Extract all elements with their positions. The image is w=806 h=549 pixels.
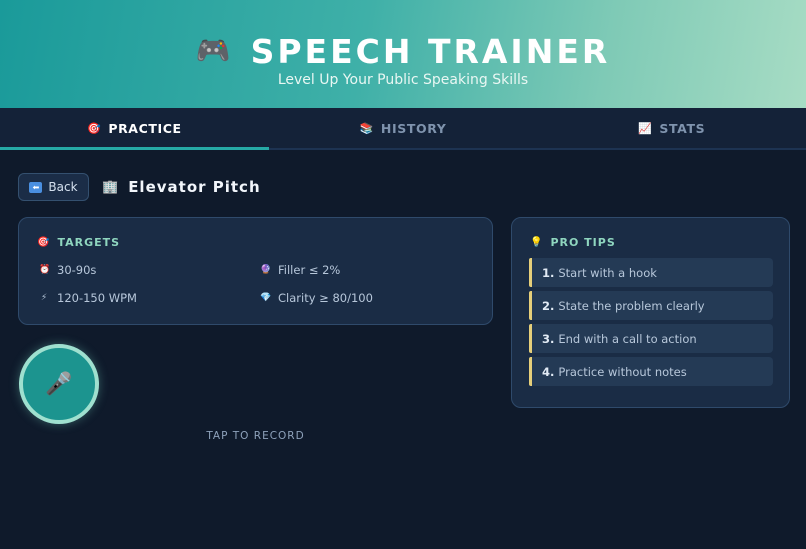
title-row: 🎮 SPEECH TRAINER xyxy=(0,30,806,72)
target-label: 30-90s xyxy=(57,263,97,277)
tip-number: 3. xyxy=(542,331,555,346)
tip-item: 4. Practice without notes xyxy=(529,357,773,386)
tip-text: End with a call to action xyxy=(558,331,697,346)
arrow-left-icon: ⬅ xyxy=(29,181,43,193)
tip-text: State the problem clearly xyxy=(558,298,705,313)
app-title: SPEECH TRAINER xyxy=(250,31,611,71)
tab-stats[interactable]: 📈 STATS xyxy=(537,108,806,148)
target-wpm: ⚡ 120-150 WPM xyxy=(39,291,137,305)
light-bulb-icon: 💡 xyxy=(530,237,544,248)
scenario-title: Elevator Pitch xyxy=(128,178,261,196)
scenario-heading: 🏢 Elevator Pitch xyxy=(102,176,261,198)
tab-label: STATS xyxy=(659,120,706,136)
target-icon: 🎯 xyxy=(37,237,51,248)
tips-title: 💡 PRO TIPS xyxy=(530,236,616,249)
back-button[interactable]: ⬅ Back xyxy=(18,173,89,201)
tab-history[interactable]: 📚 HISTORY xyxy=(269,108,538,148)
microphone-icon: 🎤 xyxy=(45,371,73,397)
gem-icon: 💎 xyxy=(260,293,272,303)
tip-item: 2. State the problem clearly xyxy=(529,291,773,320)
target-duration: ⏰ 30-90s xyxy=(39,263,96,277)
app-subtitle: Level Up Your Public Speaking Skills xyxy=(277,72,529,88)
books-icon: 📚 xyxy=(359,121,374,135)
tab-label: HISTORY xyxy=(380,120,447,136)
back-button-label: Back xyxy=(48,180,78,194)
target-filler: 🔮 Filler ≤ 2% xyxy=(260,263,340,277)
tip-number: 2. xyxy=(542,298,555,313)
target-label: Filler ≤ 2% xyxy=(278,263,341,277)
tip-number: 4. xyxy=(542,364,555,379)
tip-text: Start with a hook xyxy=(558,265,657,280)
office-building-icon: 🏢 xyxy=(102,179,120,195)
targets-title-text: TARGETS xyxy=(57,236,121,249)
target-icon: 🎯 xyxy=(87,121,102,135)
tab-bar: 🎯 PRACTICE 📚 HISTORY 📈 STATS xyxy=(0,108,806,150)
game-controller-icon: 🎮 xyxy=(195,34,231,67)
targets-title: 🎯 TARGETS xyxy=(37,236,120,249)
tip-number: 1. xyxy=(542,265,555,280)
crystal-ball-icon: 🔮 xyxy=(260,265,272,275)
target-label: Clarity ≥ 80/100 xyxy=(278,291,373,305)
record-button[interactable]: 🎤 xyxy=(19,344,99,424)
tips-title-text: PRO TIPS xyxy=(550,236,616,249)
target-clarity: 💎 Clarity ≥ 80/100 xyxy=(260,291,373,305)
tip-item: 3. End with a call to action xyxy=(529,324,773,353)
app-header: 🎮 SPEECH TRAINER Level Up Your Public Sp… xyxy=(0,0,806,108)
lightning-icon: ⚡ xyxy=(40,293,48,303)
alarm-clock-icon: ⏰ xyxy=(39,265,51,275)
tip-item: 1. Start with a hook xyxy=(529,258,773,287)
tab-label: PRACTICE xyxy=(108,120,182,136)
chart-up-icon: 📈 xyxy=(638,121,653,135)
tip-text: Practice without notes xyxy=(558,364,687,379)
pro-tips-card: 💡 PRO TIPS 1. Start with a hook 2. State… xyxy=(511,217,790,408)
tab-practice[interactable]: 🎯 PRACTICE xyxy=(0,108,269,150)
target-label: 120-150 WPM xyxy=(57,291,137,305)
record-label: TAP TO RECORD xyxy=(206,430,305,442)
targets-card: 🎯 TARGETS ⏰ 30-90s 🔮 Filler ≤ 2% ⚡ 120-1… xyxy=(18,217,493,325)
